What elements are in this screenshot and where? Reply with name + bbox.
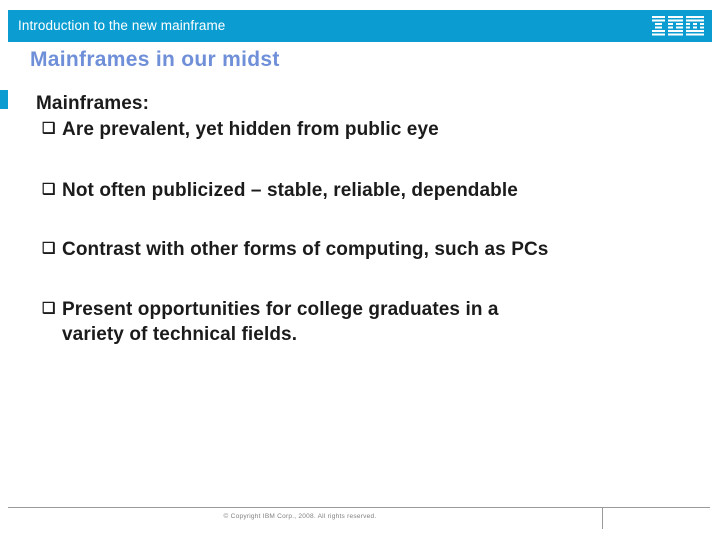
banner-title: Introduction to the new mainframe [18,18,226,34]
top-banner: Introduction to the new mainframe [8,10,712,42]
bullet-line: Are prevalent, yet hidden from public ey… [62,119,439,141]
bullet-text: Present opportunities for college gradua… [62,297,696,347]
bullet-line: Contrast with other forms of computing, … [62,239,549,261]
footer-tick-mark [602,508,603,529]
bullet-item: ❑ Contrast with other forms of computing… [36,237,696,262]
bullet-item: ❑ Are prevalent, yet hidden from public … [36,117,696,142]
bullet-item: ❑ Present opportunities for college grad… [36,297,696,347]
slide-body: Mainframes: ❑ Are prevalent, yet hidden … [36,92,696,347]
slide-canvas: Introduction to the new mainframe Mainfr… [0,0,720,540]
bullet-list: ❑ Are prevalent, yet hidden from public … [36,117,696,346]
slide-title: Mainframes in our midst [30,48,280,71]
bullet-text: Contrast with other forms of computing, … [62,237,696,262]
bullet-item: ❑ Not often publicized – stable, reliabl… [36,178,696,203]
left-accent-square [0,90,8,109]
ibm-logo [652,15,704,37]
bullet-square-icon: ❑ [42,240,56,258]
bullet-square-icon: ❑ [42,181,56,199]
footer-divider [8,507,710,508]
bullet-text: Are prevalent, yet hidden from public ey… [62,117,696,142]
bullet-line: variety of technical fields. [62,323,298,345]
bullet-square-icon: ❑ [42,299,56,317]
bullet-line: Not often publicized – stable, reliable,… [62,180,518,202]
bullet-square-icon: ❑ [42,120,56,138]
intro-line: Mainframes: [36,93,150,114]
copyright-text: © Copyright IBM Corp., 2008. All rights … [223,513,377,520]
bullet-text: Not often publicized – stable, reliable,… [62,178,696,203]
bullet-line: Present opportunities for college gradua… [62,298,499,320]
